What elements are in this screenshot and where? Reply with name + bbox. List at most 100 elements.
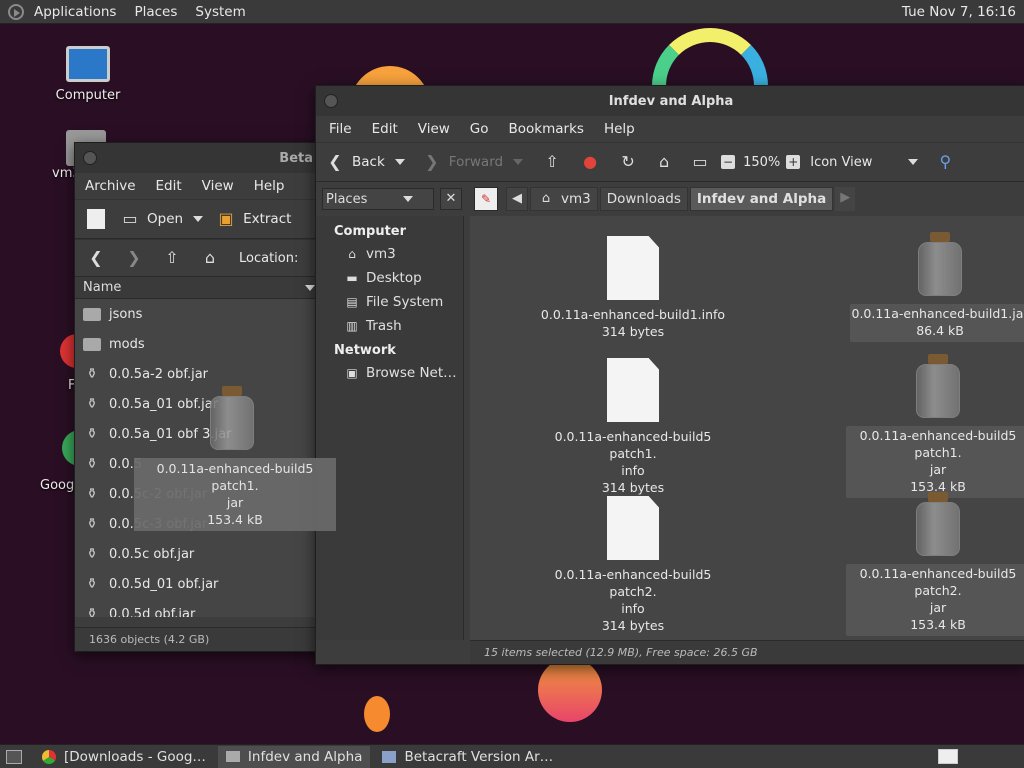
icon-view[interactable]: 0.0.11a-enhanced-build1.info 314 bytes 0.…	[470, 216, 1024, 640]
task-archive-manager[interactable]: Betacraft Version Ar…	[374, 746, 561, 768]
menu-file[interactable]: File	[329, 121, 352, 137]
breadcrumb-downloads[interactable]: Downloads	[599, 187, 688, 211]
search-icon[interactable]: ⚲	[936, 153, 954, 171]
view-mode-select[interactable]: Icon View	[810, 155, 919, 170]
desktop-icon-computer[interactable]: Computer	[48, 46, 128, 103]
top-panel: Applications Places System Tue Nov 7, 16…	[0, 0, 1024, 24]
sidebar-item-trash[interactable]: ▥ Trash	[344, 317, 463, 335]
list-item[interactable]: ⚱ 0.0.5c obf.jar	[75, 539, 325, 569]
home-icon[interactable]: ⌂	[655, 153, 673, 171]
zoom-in-icon[interactable]: +	[786, 155, 801, 169]
column-header[interactable]: Name	[75, 277, 325, 299]
chevron-down-icon[interactable]	[513, 159, 524, 165]
home-icon: ⌂	[541, 191, 551, 206]
desktop-folder-icon: ▬	[346, 271, 358, 285]
jar-file-icon	[208, 386, 256, 452]
menu-help[interactable]: Help	[254, 178, 285, 194]
text-file-icon	[607, 358, 659, 422]
window-titlebar[interactable]: Infdev and Alpha	[316, 86, 1024, 116]
jar-file-icon: ⚱	[86, 606, 98, 617]
file-item[interactable]: 0.0.11a-enhanced-build1.jar 86.4 kB	[850, 232, 1024, 342]
list-item[interactable]: ⚱ 0.0.5d obf.jar	[75, 599, 325, 617]
menu-go[interactable]: Go	[470, 121, 489, 137]
menu-help[interactable]: Help	[604, 121, 635, 137]
list-item[interactable]: mods	[75, 329, 325, 359]
folder-icon	[83, 337, 101, 351]
window-menu-button[interactable]	[83, 151, 97, 165]
distro-logo-icon[interactable]	[8, 3, 24, 20]
zoom-out-icon[interactable]: −	[721, 155, 736, 169]
show-desktop-icon[interactable]	[6, 749, 22, 764]
menu-places[interactable]: Places	[134, 4, 177, 20]
menu-edit[interactable]: Edit	[372, 121, 398, 137]
chevron-down-icon[interactable]	[193, 216, 204, 222]
menu-view[interactable]: View	[418, 121, 450, 137]
list-item[interactable]: ⚱ 0.0.5d_01 obf.jar	[75, 569, 325, 599]
column-name-label: Name	[83, 280, 122, 295]
back-arrow-icon[interactable]: ❮	[87, 249, 105, 267]
chevron-down-icon[interactable]	[394, 159, 405, 165]
task-file-manager[interactable]: Infdev and Alpha	[217, 745, 371, 768]
back-button[interactable]: ❮ Back	[326, 153, 405, 171]
desktop-icon-google[interactable]: Goog	[30, 478, 78, 493]
forward-button[interactable]: ❯ Forward	[423, 153, 524, 171]
list-item-label: 0.0.5c obf.jar	[109, 546, 195, 562]
clock[interactable]: Tue Nov 7, 16:16	[902, 4, 1016, 20]
sidebar-item-label: File System	[366, 294, 444, 310]
jar-file-icon: ⚱	[86, 366, 98, 382]
computer-icon[interactable]: ▭	[691, 153, 709, 171]
drag-item-name-line2: jar	[226, 495, 244, 510]
jar-file-icon: ⚱	[86, 456, 98, 472]
menu-view[interactable]: View	[202, 178, 234, 194]
file-label: 0.0.11a-enhanced-build1.jar 86.4 kB	[850, 304, 1024, 342]
menu-bookmarks[interactable]: Bookmarks	[509, 121, 584, 137]
places-header: Places ✕	[316, 182, 470, 216]
file-item[interactable]: 0.0.11a-enhanced-build5 patch2. jar 153.4 …	[846, 492, 1024, 636]
jar-file-icon: ⚱	[86, 516, 98, 532]
forward-arrow-icon[interactable]: ❯	[125, 249, 143, 267]
close-sidebar-button[interactable]: ✕	[440, 188, 462, 210]
up-arrow-icon[interactable]: ⇧	[163, 249, 181, 267]
sidebar-item-desktop[interactable]: ▬ Desktop	[344, 269, 463, 287]
breadcrumb-vm3[interactable]: ⌂ vm3	[530, 187, 598, 211]
up-arrow-icon[interactable]: ⇧	[543, 153, 561, 171]
new-archive-icon[interactable]	[87, 209, 105, 229]
path-left-button[interactable]: ◀	[506, 187, 528, 211]
list-item[interactable]: jsons	[75, 299, 325, 329]
location-label: Location:	[239, 250, 299, 266]
sidebar-item-file-system[interactable]: ▤ File System	[344, 293, 463, 311]
drag-item-name-line1: 0.0.11a-enhanced-build5 patch1.	[156, 461, 314, 493]
home-icon[interactable]: ⌂	[201, 249, 219, 267]
stop-icon[interactable]: ●	[581, 153, 599, 171]
places-select[interactable]: Places	[322, 188, 434, 210]
jar-file-icon: ⚱	[86, 396, 98, 412]
menu-archive[interactable]: Archive	[85, 178, 136, 194]
reload-icon[interactable]: ↻	[619, 153, 637, 171]
list-item-label: mods	[109, 336, 145, 352]
file-item[interactable]: 0.0.11a-enhanced-build5 patch1. jar 153.4 …	[846, 354, 1024, 498]
list-item[interactable]: ⚱ 0.0.5a-2 obf.jar	[75, 359, 325, 389]
edit-location-button[interactable]: ✎	[474, 187, 498, 211]
jar-file-icon: ⚱	[86, 486, 98, 502]
task-browser[interactable]: [Downloads - Goog…	[34, 746, 214, 768]
workspace-switcher[interactable]	[938, 749, 958, 764]
file-manager-window: Infdev and Alpha File Edit View Go Bookm…	[315, 85, 1024, 665]
breadcrumb-current[interactable]: Infdev and Alpha	[689, 187, 834, 211]
sidebar-item-vm3[interactable]: ⌂ vm3	[344, 245, 463, 263]
menu-system[interactable]: System	[195, 4, 245, 20]
jar-file-icon: ⚱	[86, 546, 98, 562]
list-item-label: 0.0.5d obf.jar	[109, 606, 196, 618]
breadcrumb-label: Downloads	[606, 191, 681, 207]
open-button[interactable]: ▭ Open	[121, 210, 204, 228]
extract-button[interactable]: ▣ Extract	[217, 210, 292, 228]
sidebar-item-browse-network[interactable]: ▣ Browse Net…	[344, 364, 463, 382]
path-right-button[interactable]: ▶	[835, 187, 856, 211]
window-menu-button[interactable]	[324, 94, 338, 108]
file-item[interactable]: 0.0.11a-enhanced-build5 patch2. info 314 b…	[538, 496, 728, 634]
menu-applications[interactable]: Applications	[34, 4, 116, 20]
window-titlebar[interactable]: Beta	[75, 143, 325, 173]
drag-item[interactable]: 0.0.11a-enhanced-build5 patch1. jar 153.…	[134, 386, 336, 531]
file-item[interactable]: 0.0.11a-enhanced-build5 patch1. info 314 b…	[538, 358, 728, 496]
file-item[interactable]: 0.0.11a-enhanced-build1.info 314 bytes	[538, 236, 728, 340]
menu-edit[interactable]: Edit	[156, 178, 182, 194]
